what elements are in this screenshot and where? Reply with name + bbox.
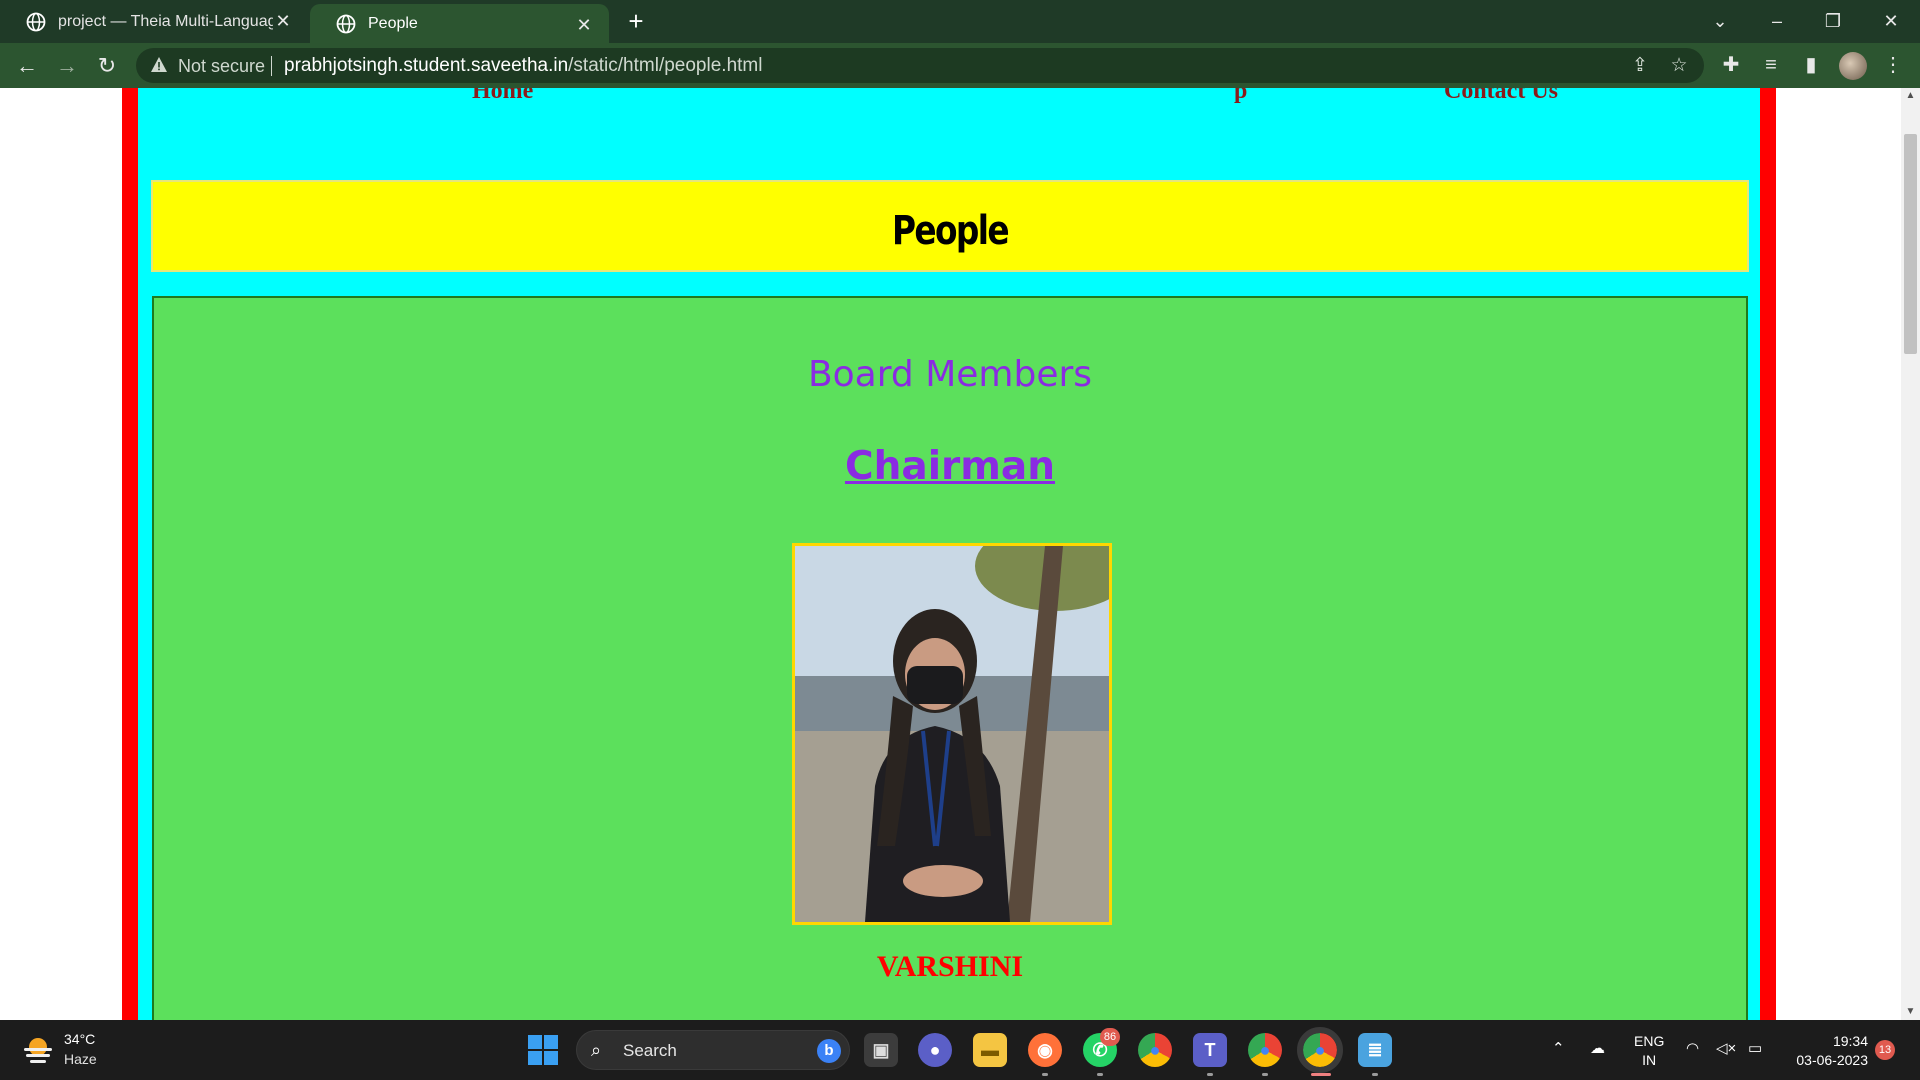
restore-button[interactable]: ❐ bbox=[1818, 6, 1848, 36]
firefox-icon[interactable]: ◉ bbox=[1028, 1033, 1062, 1067]
star-icon[interactable]: ☆ bbox=[1667, 54, 1691, 78]
whatsapp-badge: 86 bbox=[1100, 1028, 1120, 1046]
chrome-active-icon[interactable]: ● bbox=[1297, 1027, 1343, 1073]
weather-temp[interactable]: 34°C bbox=[64, 1031, 95, 1047]
file-explorer-icon[interactable]: ▬ bbox=[973, 1033, 1007, 1067]
weather-condition[interactable]: Haze bbox=[64, 1051, 97, 1067]
scrollbar-thumb[interactable] bbox=[1904, 134, 1917, 354]
url-field[interactable]: Not secure prabhjotsingh.student.saveeth… bbox=[136, 48, 1704, 83]
nav-partial-link[interactable]: p bbox=[1234, 88, 1247, 105]
forward-icon[interactable]: → bbox=[52, 51, 82, 81]
search-icon: ⌕ bbox=[591, 1040, 602, 1060]
reload-icon[interactable]: ↻ bbox=[92, 51, 122, 81]
close-window-button[interactable]: ✕ bbox=[1876, 6, 1906, 36]
chevron-up-icon[interactable]: ⌃ bbox=[1552, 1039, 1565, 1057]
scroll-down-icon[interactable]: ▼ bbox=[1901, 1006, 1920, 1017]
tab-project[interactable]: project — Theia Multi-Language ✕ bbox=[0, 0, 308, 43]
globe-icon bbox=[26, 12, 46, 31]
running-indicator bbox=[1042, 1073, 1048, 1076]
close-icon[interactable]: ✕ bbox=[573, 14, 595, 36]
search-label: Search bbox=[623, 1041, 677, 1060]
new-tab-button[interactable]: + bbox=[624, 8, 648, 34]
member-photo-illustration bbox=[795, 546, 1109, 922]
running-indicator bbox=[1372, 1073, 1378, 1076]
lang-bottom: IN bbox=[1642, 1052, 1657, 1068]
tab-search-icon[interactable]: ⌄ bbox=[1705, 6, 1735, 36]
role-heading[interactable]: Chairman bbox=[154, 444, 1746, 489]
member-photo bbox=[792, 543, 1112, 925]
media-icon[interactable]: ≡ bbox=[1758, 52, 1784, 78]
task-view-icon[interactable]: ▣ bbox=[864, 1033, 898, 1067]
board-section: Board Members Chairman VARSHINI bbox=[152, 296, 1748, 1020]
haze-weather-icon[interactable] bbox=[22, 1034, 54, 1064]
section-title: Board Members bbox=[807, 354, 1093, 395]
taskbar: 34°C Haze ⌕ Search b ▣ ● ▬ ◉ ✆ 86 ● T ● … bbox=[0, 1020, 1920, 1080]
running-indicator bbox=[1097, 1073, 1103, 1076]
taskbar-search[interactable]: ⌕ Search b bbox=[576, 1030, 850, 1070]
notepad-icon[interactable]: ≣ bbox=[1358, 1033, 1392, 1067]
onedrive-icon[interactable]: ☁ bbox=[1590, 1039, 1605, 1057]
running-indicator bbox=[1207, 1073, 1213, 1076]
meet-icon[interactable]: ● bbox=[918, 1033, 952, 1067]
tab-title: People bbox=[368, 14, 418, 32]
tab-strip: project — Theia Multi-Language ✕ People … bbox=[0, 0, 1920, 43]
nav-home-link[interactable]: Home bbox=[472, 88, 533, 105]
running-indicator bbox=[1262, 1073, 1268, 1076]
url-host: prabhjotsingh.student.saveetha.in bbox=[284, 55, 569, 76]
side-panel-icon[interactable]: ▮ bbox=[1798, 52, 1824, 78]
teams-icon[interactable]: T bbox=[1193, 1033, 1227, 1067]
url-text[interactable]: prabhjotsingh.student.saveetha.in/static… bbox=[284, 55, 762, 77]
notification-badge[interactable]: 13 bbox=[1875, 1040, 1895, 1060]
page-title: People bbox=[892, 208, 1010, 254]
time: 19:34 bbox=[1832, 1033, 1868, 1049]
tab-people[interactable]: People ✕ bbox=[310, 4, 609, 43]
page-viewport: Home p Contact Us People Board Members C… bbox=[0, 88, 1920, 1020]
tab-title: project — Theia Multi-Language bbox=[58, 12, 273, 30]
back-icon[interactable]: ← bbox=[12, 51, 42, 81]
nav-contact-link[interactable]: Contact Us bbox=[1444, 88, 1558, 105]
extensions-icon[interactable]: ✚ bbox=[1718, 52, 1744, 78]
date: 03-06-2023 bbox=[1796, 1052, 1868, 1068]
clock[interactable]: 19:34 03-06-2023 bbox=[1784, 1032, 1868, 1070]
globe-icon bbox=[336, 14, 356, 33]
wifi-icon[interactable]: ◠ bbox=[1686, 1039, 1699, 1057]
language-indicator[interactable]: ENG IN bbox=[1634, 1032, 1664, 1070]
speaker-muted-icon[interactable]: ◁× bbox=[1716, 1039, 1736, 1057]
menu-icon[interactable]: ⋮ bbox=[1880, 52, 1906, 78]
bing-icon[interactable]: b bbox=[817, 1039, 841, 1063]
scrollbar[interactable]: ▲ ▼ bbox=[1901, 88, 1920, 1020]
share-icon[interactable]: ⇪ bbox=[1628, 54, 1652, 78]
warning-icon bbox=[151, 57, 167, 72]
security-label[interactable]: Not secure bbox=[178, 56, 265, 77]
divider bbox=[271, 56, 272, 76]
lang-top: ENG bbox=[1634, 1033, 1665, 1049]
battery-icon[interactable]: ▭ bbox=[1748, 1039, 1762, 1057]
page-header: People bbox=[151, 180, 1749, 272]
minimize-button[interactable]: – bbox=[1762, 6, 1792, 36]
url-path: /static/html/people.html bbox=[568, 55, 763, 76]
scroll-up-icon[interactable]: ▲ bbox=[1901, 90, 1920, 101]
windows-start-icon[interactable] bbox=[528, 1035, 558, 1065]
chrome-icon[interactable]: ● bbox=[1138, 1033, 1172, 1067]
address-bar: ← → ↻ Not secure prabhjotsingh.student.s… bbox=[0, 43, 1920, 88]
close-icon[interactable]: ✕ bbox=[272, 10, 294, 32]
chrome-profile-icon[interactable]: ● bbox=[1248, 1033, 1282, 1067]
active-indicator bbox=[1311, 1073, 1331, 1076]
avatar[interactable] bbox=[1839, 52, 1867, 80]
member-name: VARSHINI bbox=[876, 950, 1024, 983]
